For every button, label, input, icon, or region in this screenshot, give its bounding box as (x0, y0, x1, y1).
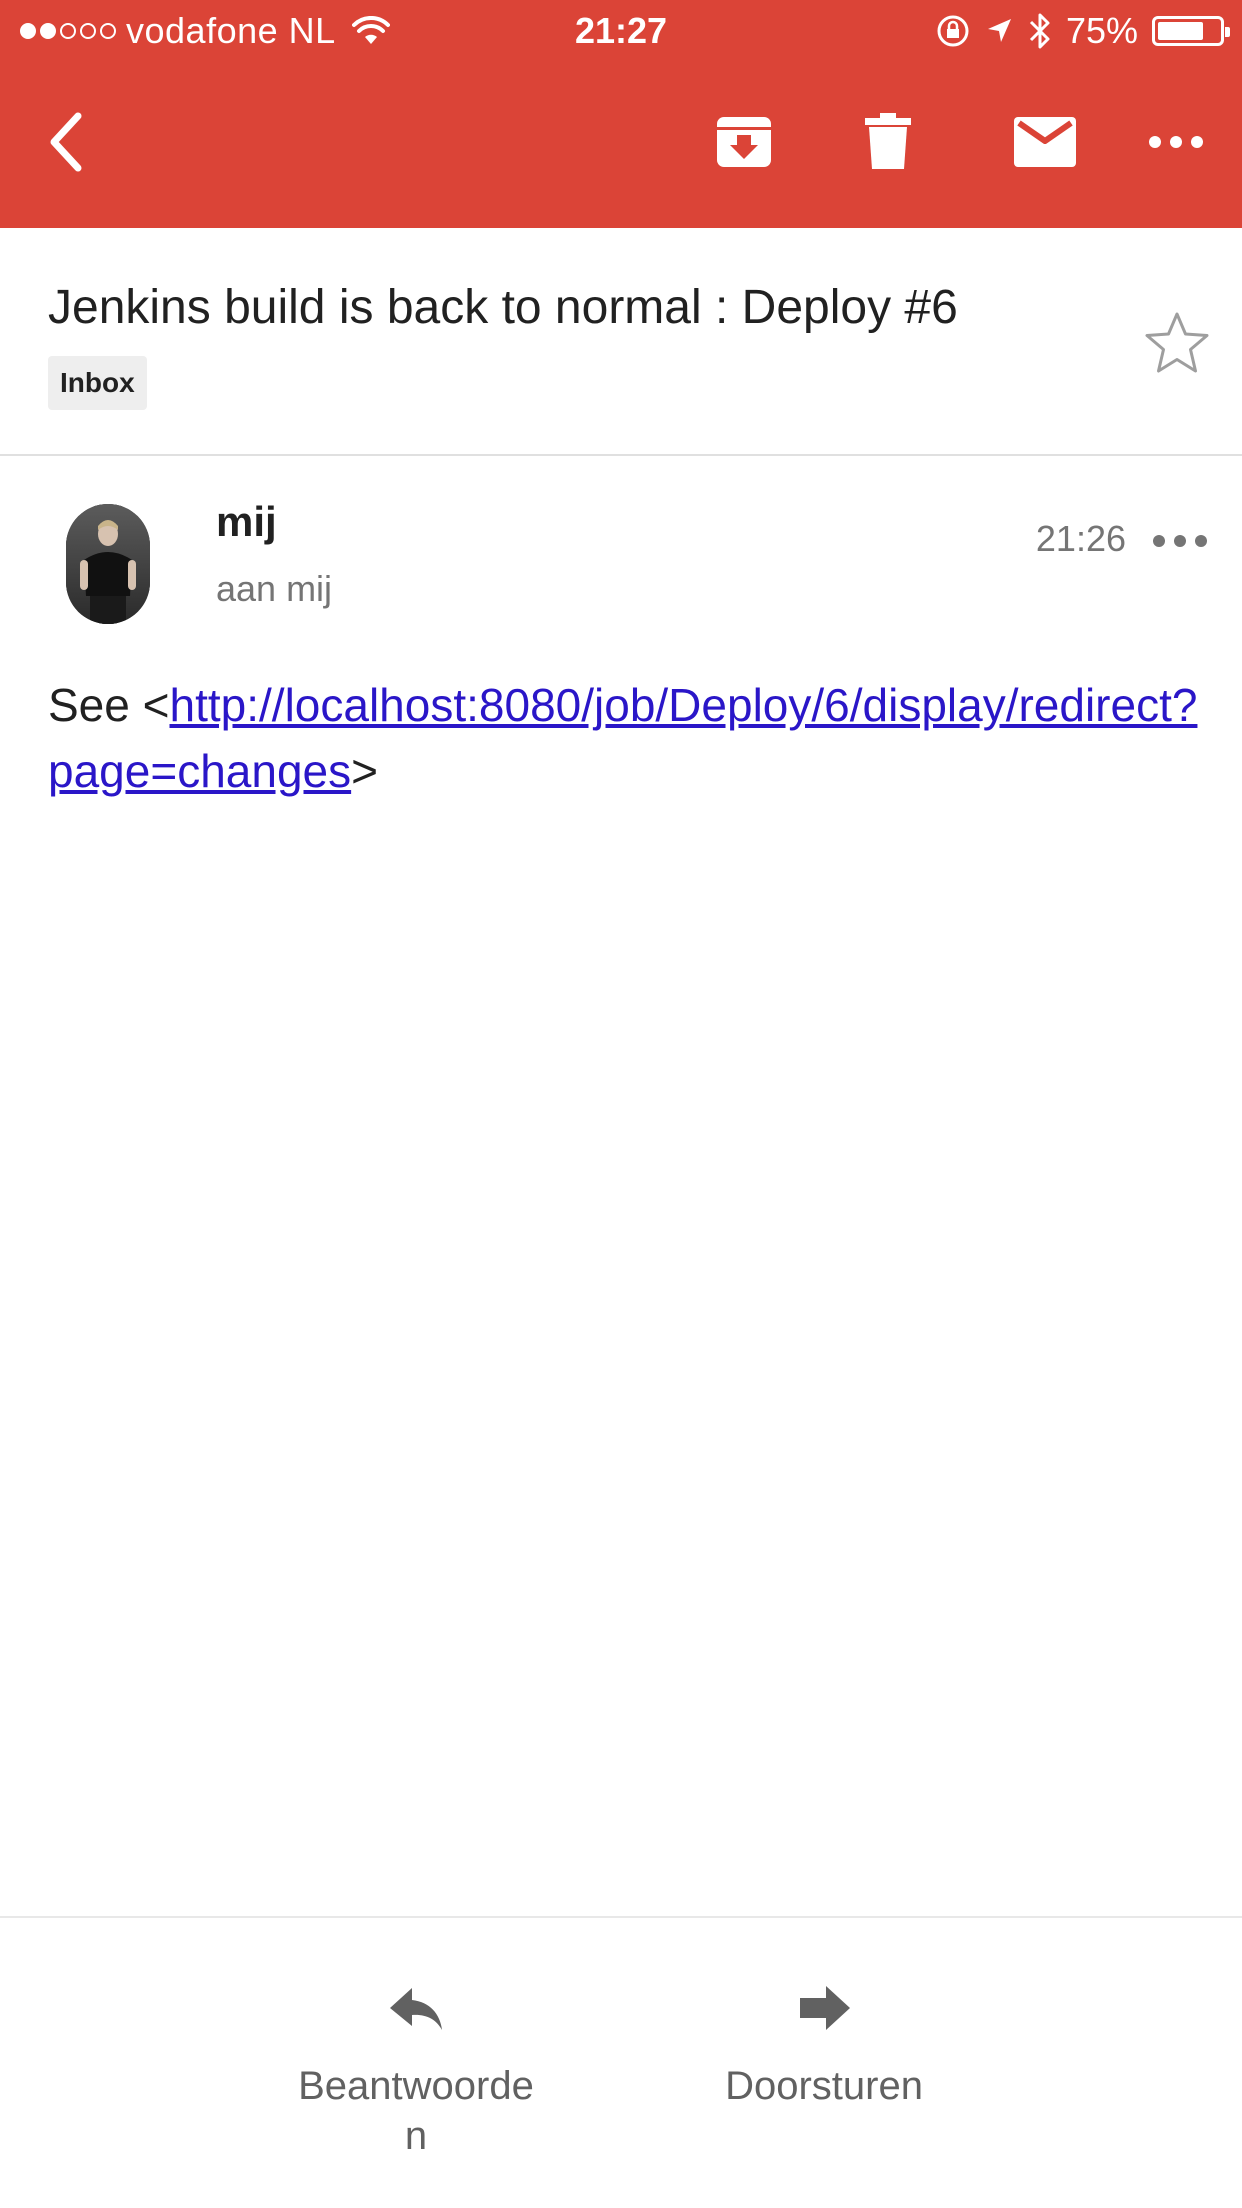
forward-button[interactable]: Doorsturen (674, 1978, 974, 2111)
message-body: See <http://localhost:8080/job/Deploy/6/… (48, 672, 1208, 804)
message-toolbar (0, 62, 1242, 228)
rotation-lock-icon (937, 15, 969, 47)
back-icon (50, 112, 82, 172)
email-view-screen: vodafone NL 21:27 75% Jenkins build is b… (0, 0, 1242, 2208)
body-suffix: > (351, 745, 378, 797)
body-prefix: See < (48, 679, 170, 731)
location-arrow-icon (987, 19, 1011, 42)
back-button[interactable] (26, 102, 106, 182)
bluetooth-icon (1029, 13, 1050, 49)
battery-icon (1152, 16, 1230, 46)
avatar[interactable] (66, 504, 150, 624)
sender-name[interactable]: mij (216, 498, 277, 546)
mark-unread-button[interactable] (992, 102, 1098, 182)
recipient-line[interactable]: aan mij (216, 568, 332, 610)
more-icon (1149, 136, 1203, 148)
reply-label: Beantwoorden (298, 2064, 534, 2158)
delete-button[interactable] (848, 102, 928, 182)
message-time: 21:26 (1035, 518, 1126, 559)
archive-icon (717, 117, 771, 167)
message-header: mij aan mij 21:26 (0, 456, 1242, 656)
subject-header: Jenkins build is back to normal : Deploy… (0, 228, 1242, 456)
top-app-bar: vodafone NL 21:27 75% (0, 0, 1242, 228)
star-icon[interactable] (1144, 310, 1210, 376)
status-right: 75% (936, 10, 1230, 52)
forward-label: Doorsturen (725, 2064, 923, 2108)
reply-button[interactable]: Beantwoorden (266, 1978, 566, 2161)
mark-unread-icon (1014, 117, 1076, 167)
more-options-button[interactable] (1136, 102, 1216, 182)
forward-icon (800, 1986, 850, 2030)
trash-icon (865, 113, 911, 169)
inbox-label-chip[interactable]: Inbox (48, 356, 147, 410)
changes-link[interactable]: http://localhost:8080/job/Deploy/6/displ… (48, 679, 1197, 797)
bottom-action-bar: Beantwoorden Doorsturen (0, 1916, 1242, 2208)
reply-icon (390, 1988, 442, 2030)
status-bar: vodafone NL 21:27 75% (0, 0, 1242, 62)
message-more-icon[interactable] (1152, 526, 1208, 556)
battery-percent: 75% (1065, 10, 1138, 51)
battery-level (1158, 22, 1203, 40)
archive-button[interactable] (704, 102, 784, 182)
sender-photo-icon (66, 504, 150, 624)
email-subject: Jenkins build is back to normal : Deploy… (48, 281, 958, 334)
